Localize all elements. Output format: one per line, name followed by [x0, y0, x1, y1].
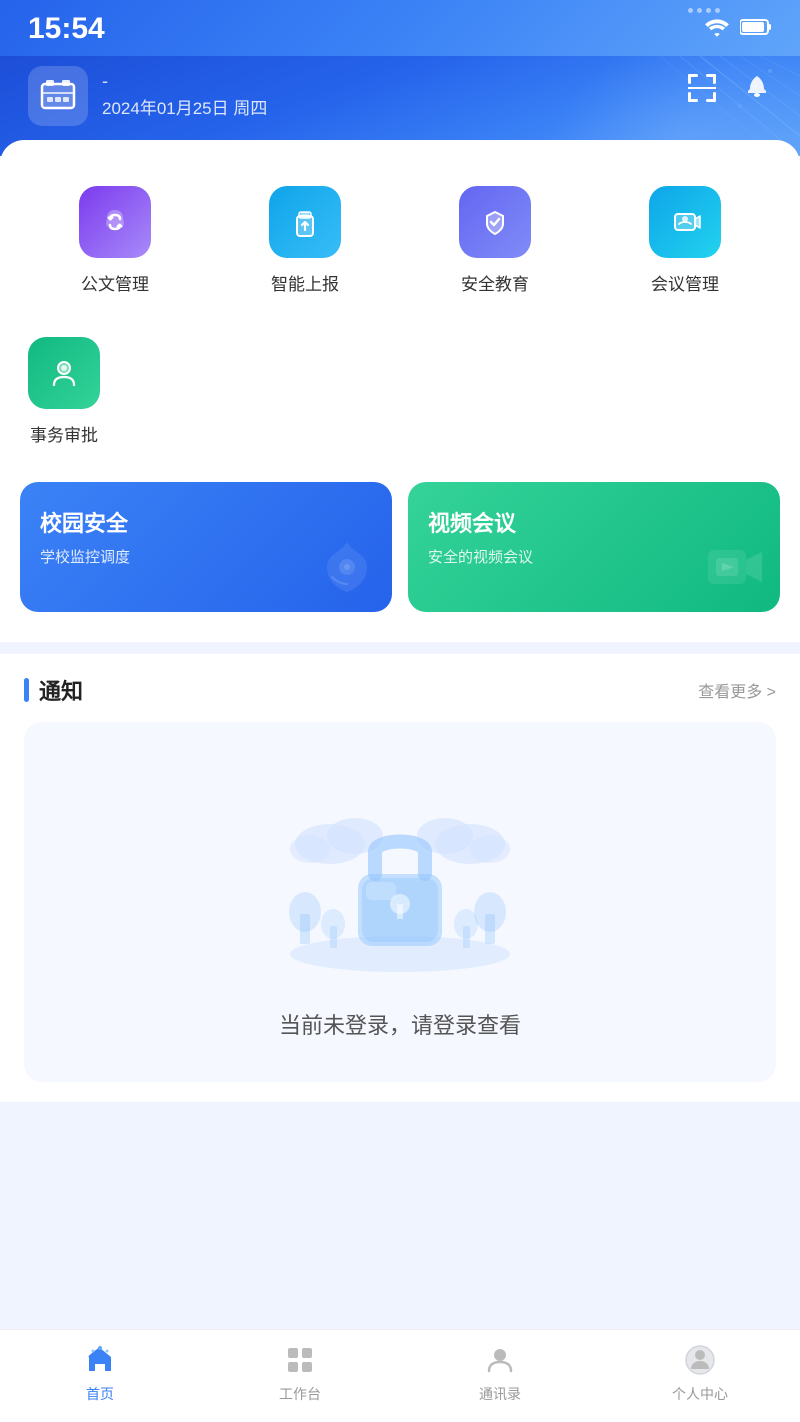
meeting-icon	[649, 186, 721, 258]
header-info: - 2024年01月25日 周四	[102, 66, 267, 119]
battery-icon	[740, 18, 772, 41]
scan-icon[interactable]	[686, 72, 718, 111]
workbench-nav-icon	[282, 1342, 318, 1378]
wifi-icon	[704, 17, 730, 42]
nav-label-profile: 个人中心	[672, 1384, 728, 1404]
bell-icon[interactable]	[742, 73, 772, 110]
nav-label-home: 首页	[86, 1384, 114, 1404]
menu-label-meeting: 会议管理	[651, 270, 719, 295]
main-content: 公文管理 智能上报	[0, 140, 800, 1202]
menu-item-safety-edu[interactable]: 安全教育	[400, 170, 590, 311]
menu-item-meeting[interactable]: 会议管理	[590, 170, 780, 311]
notice-more-btn[interactable]: 查看更多 >	[698, 678, 776, 702]
menu-grid-row1: 公文管理 智能上报	[20, 170, 780, 311]
notice-empty-card: 当前未登录，请登录查看	[24, 722, 776, 1082]
notice-title-wrap: 通知	[24, 674, 83, 706]
report-icon	[269, 186, 341, 258]
home-nav-icon	[82, 1342, 118, 1378]
header-left: - 2024年01月25日 周四	[28, 66, 267, 126]
menu-label-approval: 事务审批	[30, 421, 98, 446]
approval-icon	[28, 337, 100, 409]
safety-edu-icon	[459, 186, 531, 258]
notice-section-header: 通知 查看更多 >	[24, 674, 776, 706]
feature-card-campus-safety[interactable]: 校园安全 学校监控调度	[20, 482, 392, 612]
nav-label-workbench: 工作台	[279, 1384, 321, 1404]
notice-title: 通知	[39, 674, 83, 706]
nav-item-workbench[interactable]: 工作台	[200, 1342, 400, 1404]
header-dash: -	[102, 72, 267, 90]
menu-card: 公文管理 智能上报	[0, 140, 800, 642]
app-logo	[28, 66, 88, 126]
header-right	[686, 66, 772, 111]
nav-label-contacts: 通讯录	[479, 1384, 521, 1404]
campus-safety-bg-icon	[312, 532, 382, 602]
status-icons	[704, 17, 772, 42]
menu-label-safety-edu: 安全教育	[461, 270, 529, 295]
menu-grid-row2: 事务审批	[20, 321, 780, 462]
menu-label-report: 智能上报	[271, 270, 339, 295]
notice-empty-text: 当前未登录，请登录查看	[279, 1008, 521, 1040]
menu-item-approval[interactable]: 事务审批	[20, 321, 108, 462]
profile-nav-icon	[682, 1342, 718, 1378]
feature-card-video-meeting[interactable]: 视频会议 安全的视频会议	[408, 482, 780, 612]
signal-dots	[688, 8, 720, 13]
status-time: 15:54	[28, 12, 105, 46]
header-date: 2024年01月25日 周四	[102, 94, 267, 119]
menu-item-report[interactable]: 智能上报	[210, 170, 400, 311]
video-meeting-bg-icon	[700, 532, 770, 602]
nav-item-profile[interactable]: 个人中心	[600, 1342, 800, 1404]
header-top: - 2024年01月25日 周四	[28, 66, 772, 126]
bottom-nav: 首页 工作台 通讯录	[0, 1329, 800, 1422]
documents-icon	[79, 186, 151, 258]
menu-item-documents[interactable]: 公文管理	[20, 170, 210, 311]
notice-section: 通知 查看更多 >	[0, 654, 800, 1102]
feature-cards: 校园安全 学校监控调度 视频会议 安全的视频会议	[20, 462, 780, 622]
nav-item-home[interactable]: 首页	[0, 1342, 200, 1404]
section-bar	[24, 678, 29, 702]
menu-label-documents: 公文管理	[81, 270, 149, 295]
status-bar: 15:54	[0, 0, 800, 56]
contacts-nav-icon	[482, 1342, 518, 1378]
nav-item-contacts[interactable]: 通讯录	[400, 1342, 600, 1404]
